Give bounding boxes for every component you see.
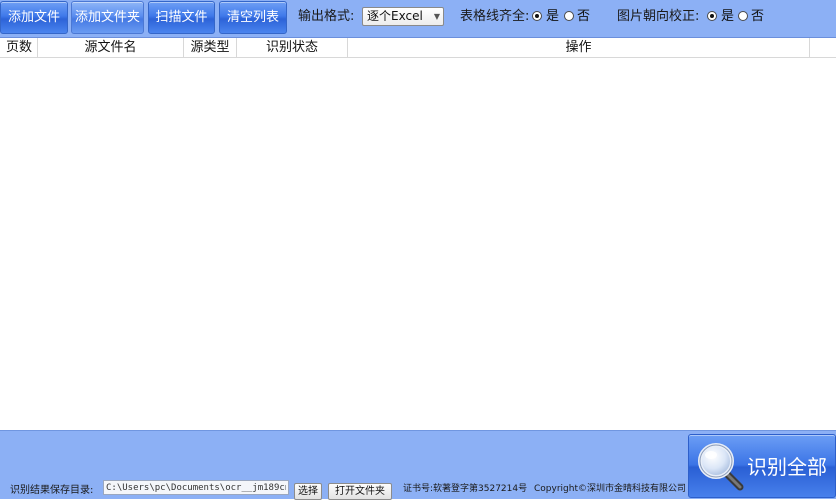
scan-file-button[interactable]: 扫描文件	[148, 1, 215, 34]
add-file-button[interactable]: 添加文件	[0, 1, 68, 34]
table-line-yes-radio[interactable]	[532, 11, 542, 21]
choose-dir-button[interactable]: 选择	[294, 483, 322, 500]
orientation-no-radio[interactable]	[738, 11, 748, 21]
add-folder-button[interactable]: 添加文件夹	[71, 1, 144, 34]
output-format-value: 逐个Excel	[367, 9, 423, 23]
table-line-no-radio[interactable]	[564, 11, 574, 21]
chevron-down-icon: ▼	[433, 12, 440, 21]
open-folder-button[interactable]: 打开文件夹	[328, 483, 392, 500]
top-toolbar: 添加文件 添加文件夹 扫描文件 清空列表 输出格式: 逐个Excel ▼ 表格线…	[0, 0, 836, 38]
column-header-source-filename[interactable]: 源文件名	[38, 38, 184, 57]
output-format-select[interactable]: 逐个Excel ▼	[362, 7, 444, 26]
table-line-yes-label: 是	[546, 9, 560, 24]
recognize-all-label: 识别全部	[747, 455, 827, 479]
column-header-actions[interactable]: 操作	[348, 38, 810, 57]
orientation-no-label: 否	[751, 9, 765, 24]
file-table-header: 页数 源文件名 源类型 识别状态 操作	[0, 38, 836, 58]
orientation-yes-radio[interactable]	[707, 11, 717, 21]
column-header-source-type[interactable]: 源类型	[184, 38, 237, 57]
file-table-body[interactable]	[0, 58, 836, 430]
orientation-yes-label: 是	[721, 9, 735, 24]
recognize-all-button[interactable]: 识别全部	[688, 434, 836, 498]
magnifier-icon	[698, 443, 744, 491]
save-dir-label: 识别结果保存目录:	[10, 485, 94, 496]
clear-list-button[interactable]: 清空列表	[219, 1, 287, 34]
column-header-filler	[810, 38, 836, 57]
save-dir-input[interactable]	[103, 480, 289, 495]
column-header-pages[interactable]: 页数	[0, 38, 38, 57]
output-format-label: 输出格式:	[298, 9, 355, 24]
table-line-no-label: 否	[577, 9, 591, 24]
column-header-status[interactable]: 识别状态	[237, 38, 348, 57]
table-line-label: 表格线齐全:	[460, 9, 530, 24]
copyright-text: Copyright©深圳市金晴科技有限公司	[534, 484, 686, 494]
orientation-label: 图片朝向校正:	[617, 9, 700, 24]
certificate-text: 证书号:软著登字第3527214号	[403, 484, 528, 494]
